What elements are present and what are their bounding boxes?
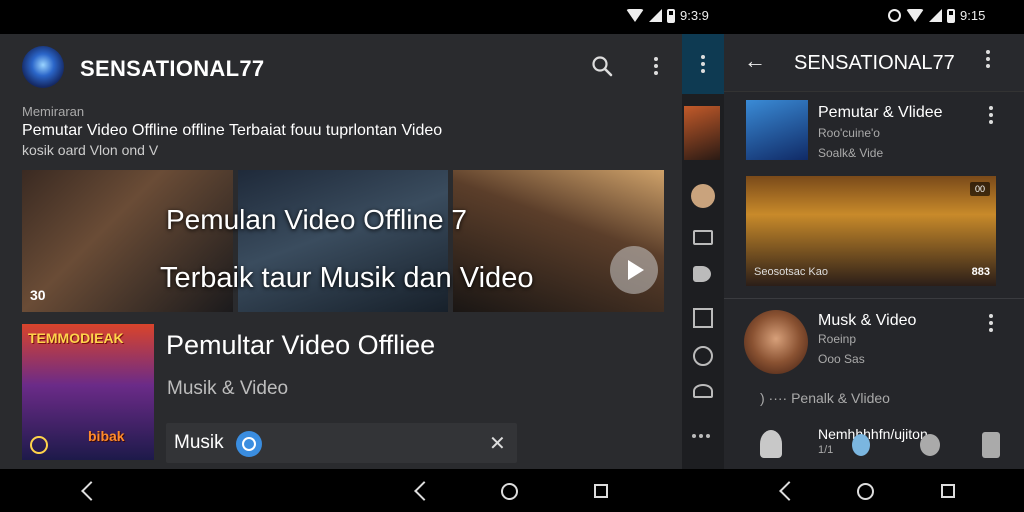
- bottom-action-row: [760, 426, 1020, 466]
- navigation-bar: [0, 469, 1024, 512]
- search-icon: [592, 56, 613, 77]
- right-hero-thumbnail[interactable]: 00 Seosotsac Kao 883: [746, 176, 996, 286]
- list-item-subtitle: Soalk& Vide: [818, 146, 884, 160]
- filter-chip[interactable]: Musik ✕: [166, 423, 517, 463]
- rail-thumbnail[interactable]: [684, 106, 720, 160]
- home-nav-icon[interactable]: [501, 483, 518, 500]
- home-nav-icon[interactable]: [857, 483, 874, 500]
- chat-icon[interactable]: [693, 346, 713, 366]
- alarm-icon: [888, 9, 901, 22]
- hero-title-line1: Pemulan Video Offline 7: [166, 204, 467, 235]
- wifi-icon: [906, 9, 924, 22]
- right-header: ← SENSATIONAL77: [724, 34, 1024, 92]
- card-subtitle: Musik & Video: [167, 378, 289, 399]
- list-item-title: Pemutar & Vlidee: [818, 104, 943, 121]
- battery-icon: [947, 8, 955, 23]
- hero-number: 883: [971, 266, 990, 278]
- list-item-thumbnail: [746, 100, 808, 160]
- channel-avatar[interactable]: [22, 46, 64, 88]
- location-icon[interactable]: [852, 434, 870, 456]
- wifi-icon: [626, 9, 644, 22]
- more-vertical-icon[interactable]: [989, 106, 993, 124]
- list-item-subtitle: Ooo Sas: [818, 352, 865, 366]
- right-panel: ← SENSATIONAL77 Pemutar & Vlidee Roo'cui…: [724, 34, 1024, 469]
- poster-title: TEMMODIEAK: [28, 330, 124, 346]
- back-nav-icon[interactable]: [414, 481, 434, 501]
- clock-left: 9:3:9: [680, 8, 709, 23]
- music-icon: [236, 431, 262, 457]
- pin-icon[interactable]: [920, 434, 940, 456]
- back-arrow-icon[interactable]: ←: [744, 48, 766, 74]
- upload-icon[interactable]: [982, 432, 1000, 458]
- person-icon[interactable]: [760, 430, 782, 458]
- poster-subtitle: bibak: [88, 428, 125, 444]
- chip-label: Musik: [174, 432, 224, 453]
- share-icon[interactable]: [693, 266, 711, 282]
- back-nav-icon[interactable]: [779, 481, 799, 501]
- cast-icon[interactable]: [693, 230, 713, 245]
- clock-right: 9:15: [960, 8, 986, 23]
- status-right: 9:15: [888, 8, 985, 23]
- more-horizontal-icon[interactable]: [692, 434, 712, 454]
- side-rail: [682, 34, 724, 469]
- list-item-title[interactable]: Musk & Video: [818, 312, 916, 330]
- right-panel-title: SENSATIONAL77: [794, 52, 955, 74]
- hero-count: 30: [30, 287, 46, 303]
- intro-subtitle: kosik oard Vlon ond V: [22, 142, 159, 158]
- more-vertical-icon: [701, 55, 705, 73]
- intro-title: Pemutar Video Offline offline Terbaiat f…: [22, 122, 443, 139]
- poster-logo-icon: [30, 436, 48, 454]
- more-vertical-icon[interactable]: [989, 314, 993, 332]
- battery-icon: [667, 8, 675, 23]
- status-bar: 9:3:9 9:15: [0, 0, 1024, 34]
- play-button[interactable]: [610, 246, 658, 294]
- card-title[interactable]: Pemultar Video Offliee: [166, 330, 435, 361]
- profile-avatar-icon[interactable]: [691, 184, 715, 208]
- search-button[interactable]: [588, 52, 616, 80]
- intro-label: Memiraran: [22, 104, 85, 119]
- status-left: 9:3:9: [626, 8, 709, 23]
- list-item[interactable]: Pemutar & Vlidee Roo'cuine'o Soalk& Vide: [724, 98, 1024, 166]
- hero-badge: 00: [970, 182, 990, 196]
- channel-title: SENSATIONAL77: [80, 56, 265, 81]
- main-panel: SENSATIONAL77 Memiraran Pemutar Video Of…: [0, 34, 682, 469]
- overflow-menu-button[interactable]: [642, 52, 670, 80]
- hero-caption: Seosotsac Kao: [754, 266, 828, 278]
- list-line[interactable]: ) ···· Penalk & Vlideo: [760, 390, 890, 406]
- play-icon: [628, 260, 644, 280]
- divider: [724, 298, 1024, 299]
- signal-icon: [649, 9, 662, 22]
- notification-icon[interactable]: [693, 384, 713, 398]
- hero-title-line2: Terbaik taur Musik dan Video: [160, 262, 534, 294]
- list-item-meta: Roo'cuine'o: [818, 126, 880, 140]
- back-nav-icon[interactable]: [81, 481, 101, 501]
- recents-nav-icon[interactable]: [594, 484, 608, 498]
- list-item-thumbnail[interactable]: [744, 310, 808, 374]
- close-icon[interactable]: ✕: [489, 431, 506, 456]
- more-vertical-icon[interactable]: [986, 50, 990, 68]
- more-vertical-icon: [654, 57, 658, 75]
- recents-nav-icon[interactable]: [941, 484, 955, 498]
- album-poster[interactable]: TEMMODIEAK bibak: [22, 324, 154, 460]
- rail-menu-button[interactable]: [682, 34, 724, 94]
- list-item-meta: Roeinp: [818, 332, 857, 346]
- library-icon[interactable]: [693, 308, 713, 328]
- signal-icon: [929, 9, 942, 22]
